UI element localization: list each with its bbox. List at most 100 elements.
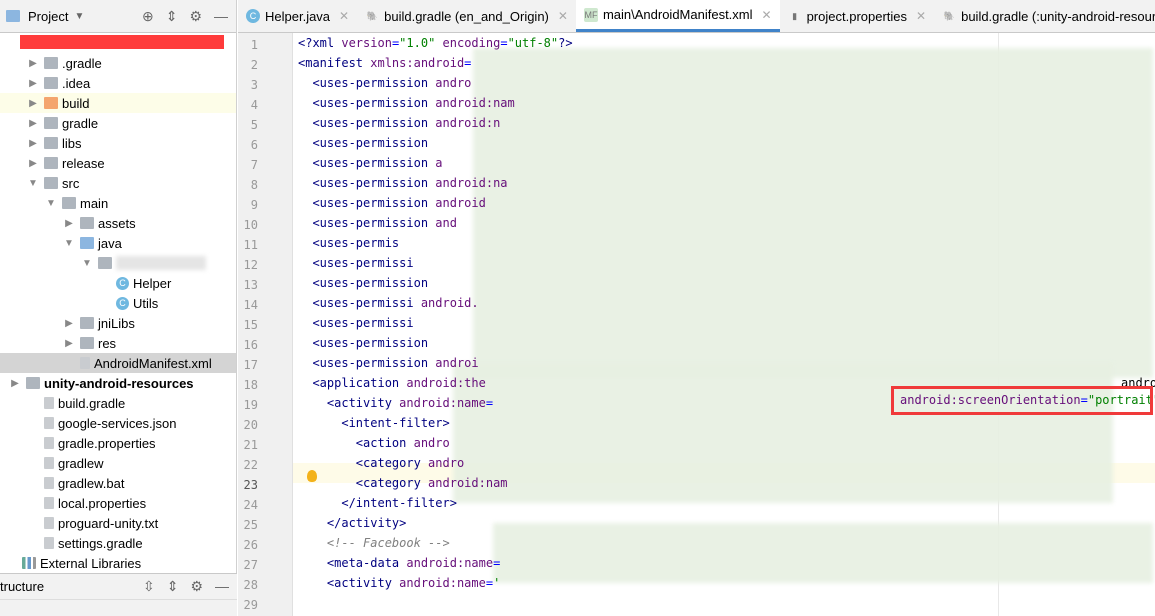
chevron-down-icon[interactable]: ▼ — [74, 11, 84, 22]
gear-icon[interactable]: ⚙ — [190, 578, 203, 595]
close-icon[interactable]: ✕ — [762, 8, 772, 22]
tree-item[interactable]: ▼ src — [0, 173, 236, 193]
line-number: 4 — [250, 98, 258, 112]
line-number: 19 — [243, 398, 258, 412]
tree-item-label: gradlew.bat — [58, 475, 125, 491]
tab[interactable]: 🐘 build.gradle (en_and_Origin) ✕ — [357, 0, 576, 32]
redacted-project-name — [20, 35, 224, 49]
expanded-arrow-icon[interactable]: ▼ — [44, 198, 58, 209]
tree-item-label: src — [62, 175, 80, 191]
tree-item[interactable]: gradlew — [0, 453, 236, 473]
line-gutter: 1 2 3 4 5 6 7 8 9 10 11 12 13 14 15 16 17 18 19 20 21 22 23 24 2… — [238, 33, 293, 616]
tree-item[interactable]: ▼ main — [0, 193, 236, 213]
code-line: <uses-permissi — [312, 316, 414, 330]
tree-item[interactable]: local.properties — [0, 493, 236, 513]
tree-item[interactable]: proguard-unity.txt — [0, 513, 236, 533]
project-view-selector[interactable]: Project — [28, 9, 68, 24]
tree-item[interactable]: ▶ release — [0, 153, 236, 173]
code-line: <uses-permission android — [312, 196, 486, 210]
minimize-icon[interactable]: — — [214, 8, 228, 25]
tree-item[interactable]: ▶ res — [0, 333, 236, 353]
collapsed-arrow-icon[interactable]: ▶ — [26, 78, 40, 89]
tree-item[interactable]: C Helper — [0, 273, 236, 293]
tree-item[interactable]: ▶ libs — [0, 133, 236, 153]
file-icon — [44, 537, 54, 549]
code-line: <uses-permission androi — [312, 356, 479, 370]
tree-item[interactable]: C Utils — [0, 293, 236, 313]
code-line: <category android:nam — [355, 476, 508, 490]
expanded-arrow-icon[interactable]: ▼ — [26, 178, 40, 189]
tab-label: Helper.java — [265, 8, 331, 24]
tree-item[interactable]: build.gradle — [0, 393, 236, 413]
tab[interactable]: MF main\AndroidManifest.xml ✕ — [575, 0, 780, 32]
code-line: <activity android:name= — [326, 396, 494, 410]
tree-item[interactable]: ▶ .idea — [0, 73, 236, 93]
tree-item[interactable]: ▶ gradle — [0, 113, 236, 133]
structure-options — [0, 599, 237, 616]
tab[interactable]: ▮ project.properties ✕ — [780, 0, 935, 32]
code-editor[interactable]: <?xml version="1.0" encoding="utf-8"?> <m… — [293, 33, 1155, 616]
collapsed-arrow-icon[interactable]: ▶ — [62, 318, 76, 329]
expand-all-icon[interactable]: ⇳ — [143, 578, 155, 595]
close-icon[interactable]: ✕ — [916, 9, 926, 23]
collapse-icon[interactable]: ⇕ — [166, 8, 178, 25]
collapsed-arrow-icon[interactable]: ▶ — [62, 338, 76, 349]
code-line: <manifest xmlns:android= — [298, 56, 472, 70]
tree-item[interactable]: ▼ java — [0, 233, 236, 253]
tree-item-label: External Libraries — [40, 555, 142, 571]
close-icon[interactable]: ✕ — [339, 9, 349, 23]
tree-item[interactable]: gradlew.bat — [0, 473, 236, 493]
collapsed-arrow-icon[interactable]: ▶ — [26, 118, 40, 129]
class-icon: C — [246, 9, 260, 23]
collapsed-arrow-icon[interactable]: ▶ — [26, 158, 40, 169]
tree-item-label: proguard-unity.txt — [58, 515, 159, 531]
tree-item[interactable]: ▶ build — [0, 93, 236, 113]
code-line: <uses-permission android:nam — [312, 96, 515, 110]
tree-item[interactable]: google-services.json — [0, 413, 236, 433]
tree-item[interactable]: ▶ jniLibs — [0, 313, 236, 333]
tab[interactable]: C Helper.java ✕ — [238, 0, 357, 32]
project-panel: Project ▼ ⊕ ⇕ ⚙ — ▶ .gradle ▶ .idea ▶ build ▶ g… — [0, 0, 237, 616]
close-icon[interactable]: ✕ — [558, 9, 568, 23]
line-number: 3 — [250, 78, 258, 92]
code-line: <uses-permission — [312, 136, 429, 150]
tab[interactable]: 🐘 build.gradle (:unity-android-resources)… — [934, 0, 1155, 32]
folder-icon — [62, 197, 76, 209]
redacted-area — [473, 48, 1153, 378]
project-view-icon — [6, 10, 20, 22]
tree-item[interactable]: ▶ unity-android-resources — [0, 373, 236, 393]
tree-item[interactable]: ▼ — [0, 253, 236, 273]
tree-item-label: build — [62, 95, 90, 111]
tree-item[interactable]: AndroidManifest.xml — [0, 353, 236, 373]
code-line: </activity> — [326, 516, 407, 530]
line-number: 10 — [243, 218, 258, 232]
code-line: <uses-permission and — [312, 216, 457, 230]
tree-item-label: Utils — [133, 295, 159, 311]
tree-item[interactable]: External Libraries — [0, 553, 236, 573]
tree-item[interactable]: settings.gradle — [0, 533, 236, 553]
redacted-package — [116, 256, 206, 270]
folder-icon — [44, 117, 58, 129]
target-icon[interactable]: ⊕ — [142, 8, 154, 25]
folder-icon — [80, 237, 94, 249]
collapsed-arrow-icon[interactable]: ▶ — [8, 378, 22, 389]
expanded-arrow-icon[interactable]: ▼ — [80, 258, 94, 269]
lightbulb-icon[interactable] — [307, 470, 317, 482]
tree-item[interactable]: gradle.properties — [0, 433, 236, 453]
collapse-all-icon[interactable]: ⇕ — [167, 578, 179, 595]
expanded-arrow-icon[interactable]: ▼ — [62, 238, 76, 249]
minimize-icon[interactable]: — — [215, 578, 229, 595]
tree-item-label: .idea — [62, 75, 91, 91]
folder-icon — [44, 77, 58, 89]
folder-icon — [44, 97, 58, 109]
collapsed-arrow-icon[interactable]: ▶ — [26, 58, 40, 69]
code-line: <activity android:name=' — [326, 576, 501, 590]
gear-icon[interactable]: ⚙ — [189, 8, 202, 25]
tab-label: project.properties — [806, 8, 908, 24]
tree-item[interactable]: ▶ assets — [0, 213, 236, 233]
tree-item-label: local.properties — [58, 495, 147, 511]
collapsed-arrow-icon[interactable]: ▶ — [62, 218, 76, 229]
collapsed-arrow-icon[interactable]: ▶ — [26, 138, 40, 149]
tree-item[interactable]: ▶ .gradle — [0, 53, 236, 73]
collapsed-arrow-icon[interactable]: ▶ — [26, 98, 40, 109]
